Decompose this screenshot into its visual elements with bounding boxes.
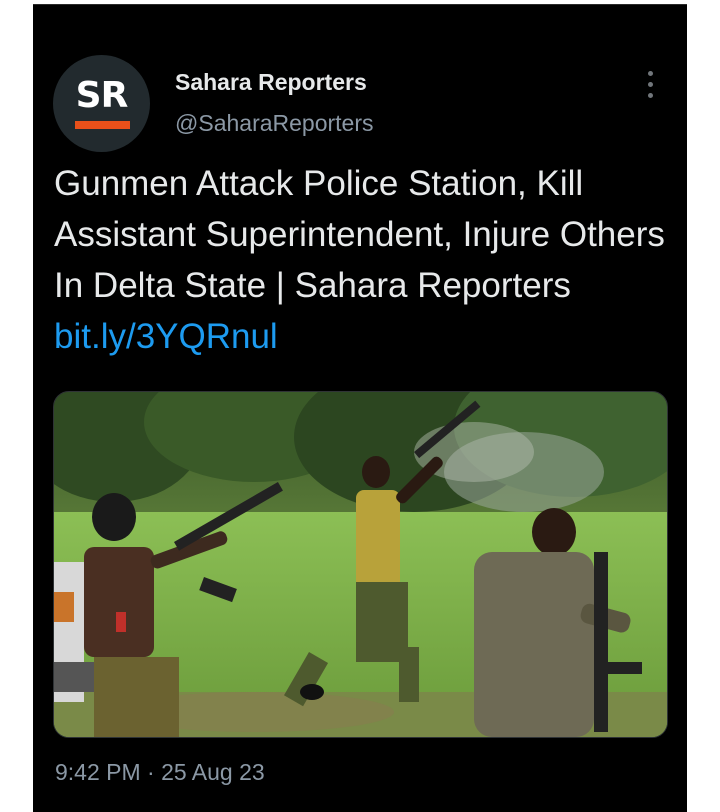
more-options-icon[interactable] — [639, 67, 663, 103]
tweet-text: Gunmen Attack Police Station, Kill Assis… — [54, 158, 674, 362]
avatar-logo-text: SR — [75, 75, 129, 116]
author-display-name[interactable]: Sahara Reporters — [175, 69, 367, 96]
tweet-text-body: Gunmen Attack Police Station, Kill Assis… — [54, 164, 665, 305]
avatar[interactable]: SR — [53, 55, 150, 152]
avatar-logo-bar — [75, 121, 130, 129]
author-handle[interactable]: @SaharaReporters — [175, 110, 374, 137]
tweet-timestamp[interactable]: 9:42 PM · 25 Aug 23 — [55, 759, 265, 786]
tweet-media-image[interactable] — [53, 391, 668, 738]
tweet-card: SR Sahara Reporters @SaharaReporters Gun… — [33, 4, 687, 812]
photo-scene — [54, 392, 667, 737]
tweet-link[interactable]: bit.ly/3YQRnul — [54, 317, 278, 356]
